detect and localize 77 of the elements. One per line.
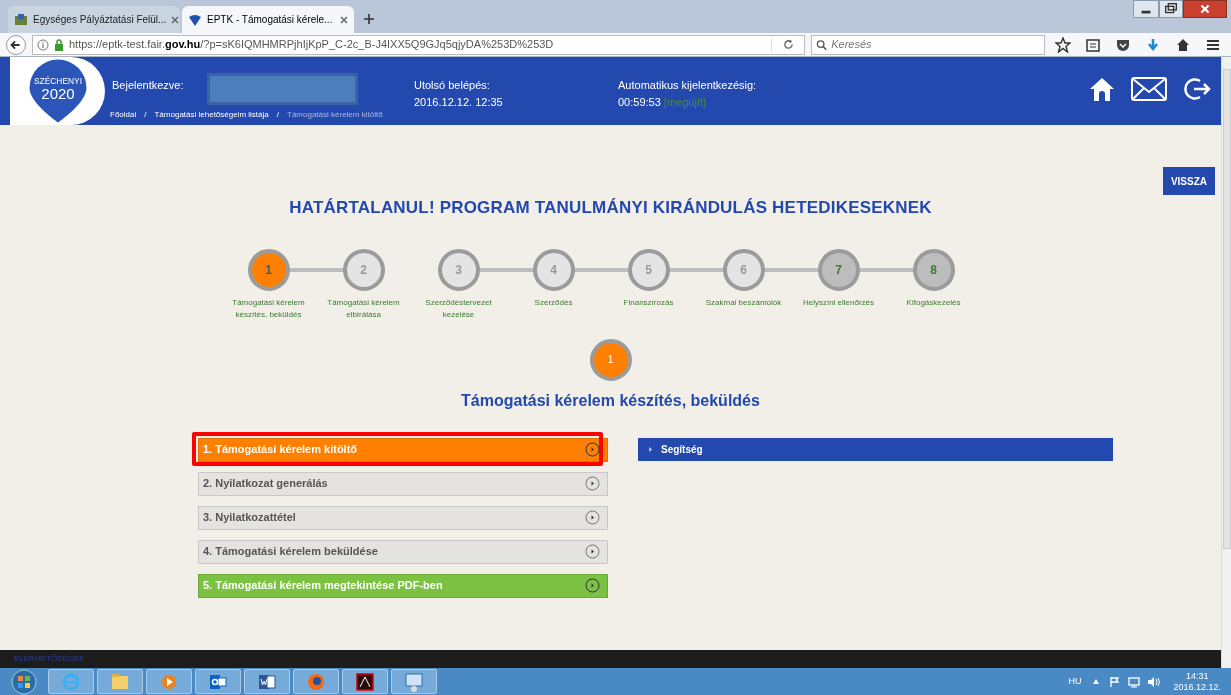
logged-in-label: Bejelentkezve: — [112, 78, 185, 93]
action-button[interactable]: 5. Támogatási kérelem megtekintése PDF-ben — [198, 573, 608, 598]
logo-text: SZÉCHENYI — [33, 75, 82, 86]
section-title: Támogatási kérelem készítés, beküldés — [461, 390, 760, 411]
step-label: Szerződéstervezet kezelése — [424, 296, 493, 321]
favicon-icon — [14, 12, 28, 27]
scrollbar-thumb[interactable] — [1222, 69, 1231, 549]
reload-icon[interactable] — [783, 39, 794, 50]
back-icon[interactable] — [6, 34, 26, 55]
taskbar-button[interactable] — [195, 669, 241, 694]
play-circle-icon — [585, 476, 600, 491]
clock-date[interactable]: 2016.12.12. — [1173, 681, 1221, 693]
action-button[interactable]: 2. Nyilatkozat generálás — [198, 471, 608, 496]
step-label: Támogatási kérelem elbírálása — [326, 296, 401, 321]
tab-title: Egységes Pályáztatási Felül... — [33, 13, 167, 27]
step-label: Szerződés — [533, 296, 574, 309]
step-label: Szakmai beszámolók — [704, 296, 783, 309]
language-indicator[interactable]: HU — [1068, 674, 1082, 689]
speaker-icon[interactable] — [1147, 675, 1162, 688]
taskbar-button[interactable] — [342, 669, 388, 694]
close-icon[interactable] — [340, 15, 348, 24]
play-circle-icon — [585, 442, 600, 457]
page-title: HATÁRTALANUL! PROGRAM TANULMÁNYI KIRÁNDULÁS HETEDIKESEKNEK — [289, 197, 932, 219]
control-panel-icon — [403, 670, 425, 693]
new-tab-icon[interactable] — [364, 14, 374, 24]
action-button[interactable]: 3. Nyilatkozattétel — [198, 505, 608, 530]
renew-link[interactable]: [megújít] — [663, 93, 706, 110]
logout-icon[interactable] — [1183, 76, 1211, 102]
close-icon[interactable] — [1183, 0, 1227, 18]
bookmark-star-icon[interactable] — [1055, 36, 1071, 53]
action-button[interactable]: 1. Támogatási kérelem kitöltő — [198, 437, 608, 462]
step-label: Helyszíni ellenőrzés — [801, 296, 876, 309]
network-icon[interactable] — [1127, 675, 1142, 688]
pdf-reader-icon — [354, 670, 376, 693]
mail-icon[interactable] — [1131, 77, 1167, 101]
home-icon[interactable] — [1089, 76, 1115, 102]
restore-icon[interactable] — [1159, 0, 1183, 18]
start-button-icon[interactable] — [10, 668, 38, 695]
taskbar-button[interactable] — [244, 669, 290, 694]
download-icon[interactable] — [1145, 36, 1161, 53]
browser-tab[interactable]: Egységes Pályáztatási Felül... — [8, 6, 180, 33]
tab-title: EPTK - Támogatási kérele... — [207, 13, 334, 27]
scrollbar[interactable] — [1221, 57, 1231, 668]
close-icon[interactable] — [171, 15, 180, 24]
action-button[interactable]: 4. Támogatási kérelem beküldése — [198, 539, 608, 564]
last-login-value: 2016.12.12. 12:35 — [414, 94, 504, 110]
up-arrow-icon[interactable] — [1093, 679, 1100, 684]
play-circle-icon — [585, 544, 600, 559]
play-circle-icon — [585, 578, 600, 593]
help-panel-header[interactable]: Segítség — [638, 437, 1113, 461]
last-login-label: Utolsó belépés: — [414, 78, 491, 93]
reading-list-icon[interactable] — [1085, 36, 1101, 53]
taskbar-button[interactable] — [293, 669, 339, 694]
breadcrumb-link[interactable]: Támogatási kérelem kitöltő — [287, 109, 383, 121]
breadcrumb-separator: / — [144, 109, 147, 121]
back-button[interactable]: VISSZA — [1162, 167, 1215, 195]
breadcrumb-link[interactable]: Támogatási lehetőségeim listája — [154, 109, 269, 121]
browser-tab[interactable]: EPTK - Támogatási kérele... — [182, 6, 354, 33]
step-label: Kifogáskezelés — [905, 296, 962, 309]
home-icon[interactable] — [1175, 36, 1191, 53]
step-label: Finanszírozás — [622, 296, 675, 309]
info-icon[interactable] — [37, 38, 49, 51]
triangle-icon — [648, 446, 653, 452]
clock-time[interactable]: 14:31 — [1185, 670, 1209, 682]
search-box[interactable]: Keresés — [811, 34, 1045, 55]
flag-icon[interactable] — [1109, 675, 1122, 688]
countdown-timer: 00:59:53 — [618, 94, 661, 110]
step-label: Támogatási kérelem készítés, beküldés — [231, 296, 306, 321]
breadcrumb-separator: / — [276, 109, 279, 121]
logo-text: 2020 — [40, 84, 75, 102]
minimize-icon[interactable] — [1133, 0, 1159, 18]
search-icon — [816, 38, 828, 51]
search-input[interactable]: Keresés — [831, 36, 1040, 53]
breadcrumb-link[interactable]: Főoldal — [110, 109, 137, 121]
lock-icon — [54, 38, 64, 51]
play-circle-icon — [585, 510, 600, 525]
auto-logout-label: Automatikus kijelentkezésig: — [618, 78, 757, 93]
